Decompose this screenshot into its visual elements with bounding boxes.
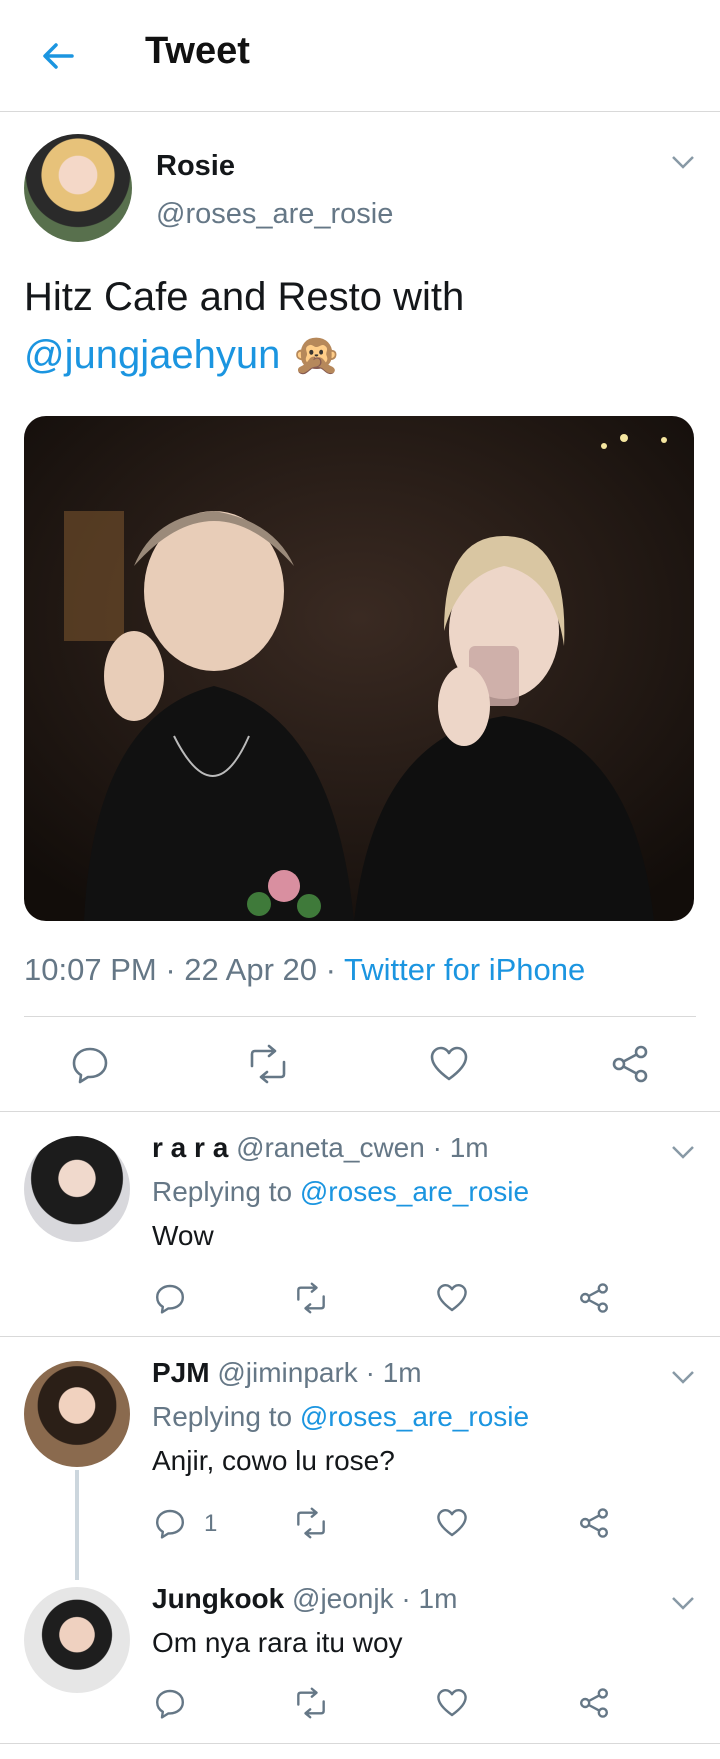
author-avatar[interactable] xyxy=(24,134,132,242)
meta-dot: · xyxy=(401,1583,411,1614)
reply-text: Anjir, cowo lu rose? xyxy=(152,1445,395,1476)
emoji-monkey: 🙊 xyxy=(291,333,342,377)
reply-author-name[interactable]: r a r a xyxy=(152,1132,228,1163)
reply-text: Om nya rara itu woy xyxy=(152,1627,403,1658)
tweet-photo[interactable] xyxy=(24,416,694,921)
retweet-icon[interactable] xyxy=(292,1687,330,1719)
reply-author-handle[interactable]: @raneta_cwen xyxy=(236,1132,425,1163)
like-heart-icon[interactable] xyxy=(429,1044,469,1084)
back-arrow-icon[interactable] xyxy=(38,36,78,76)
share-icon[interactable] xyxy=(578,1507,610,1539)
author-handle[interactable]: @roses_are_rosie xyxy=(156,198,393,231)
top-bar: Tweet xyxy=(0,0,720,112)
share-icon[interactable] xyxy=(578,1282,610,1314)
like-heart-icon[interactable] xyxy=(436,1282,468,1314)
reply-icon[interactable] xyxy=(154,1282,186,1314)
reply-avatar[interactable] xyxy=(24,1361,130,1467)
tweet-photo-image xyxy=(24,416,694,921)
reply-avatar[interactable] xyxy=(24,1136,130,1242)
chevron-down-icon[interactable] xyxy=(670,1143,696,1161)
meta-dot: · xyxy=(165,952,176,987)
reply-text: Wow xyxy=(152,1220,214,1251)
replying-to-mention[interactable]: @roses_are_rosie xyxy=(300,1176,529,1207)
replying-to-line: Replying to @roses_are_rosie xyxy=(152,1176,529,1208)
replying-prefix: Replying to xyxy=(152,1401,293,1432)
meta-dot: · xyxy=(432,1132,442,1163)
tweet-time: 10:07 PM xyxy=(24,952,157,987)
meta-dot: · xyxy=(365,1357,375,1388)
reply-count: 1 xyxy=(204,1510,218,1537)
reply-icon[interactable] xyxy=(154,1507,186,1539)
retweet-icon[interactable] xyxy=(244,1044,292,1084)
tweet-mention[interactable]: @jungjaehyun xyxy=(24,333,280,377)
thread-line xyxy=(75,1470,79,1580)
replying-prefix: Replying to xyxy=(152,1176,293,1207)
tweet-text-plain: Hitz Cafe and Resto with xyxy=(24,275,465,319)
reply-time: 1m xyxy=(418,1583,458,1614)
divider xyxy=(0,1743,720,1744)
reply-header: r a r a @raneta_cwen · 1m xyxy=(152,1132,489,1164)
reply-author-handle[interactable]: @jiminpark xyxy=(217,1357,357,1388)
retweet-icon[interactable] xyxy=(292,1507,330,1539)
meta-dot: · xyxy=(325,952,336,987)
replying-to-mention[interactable]: @roses_are_rosie xyxy=(300,1401,529,1432)
share-icon[interactable] xyxy=(578,1687,610,1719)
reply-icon[interactable] xyxy=(154,1687,186,1719)
reply-header: PJM @jiminpark · 1m xyxy=(152,1357,422,1389)
tweet-date: 22 Apr 20 xyxy=(184,952,317,987)
like-heart-icon[interactable] xyxy=(436,1507,468,1539)
retweet-icon[interactable] xyxy=(292,1282,330,1314)
reply-author-name[interactable]: Jungkook xyxy=(152,1583,284,1614)
page-title: Tweet xyxy=(145,30,250,72)
reply-author-name[interactable]: PJM xyxy=(152,1357,210,1388)
reply-author-handle[interactable]: @jeonjk xyxy=(292,1583,394,1614)
chevron-down-icon[interactable] xyxy=(670,1594,696,1612)
reply-avatar[interactable] xyxy=(24,1587,130,1693)
reply-header: Jungkook @jeonjk · 1m xyxy=(152,1583,457,1615)
divider xyxy=(0,1336,720,1337)
reply-time: 1m xyxy=(382,1357,422,1388)
chevron-down-icon[interactable] xyxy=(670,153,696,171)
replying-to-line: Replying to @roses_are_rosie xyxy=(152,1401,529,1433)
divider xyxy=(0,1111,720,1112)
share-icon[interactable] xyxy=(610,1044,650,1084)
author-name[interactable]: Rosie xyxy=(156,150,235,183)
reply-time: 1m xyxy=(449,1132,489,1163)
reply-icon[interactable] xyxy=(70,1044,110,1084)
chevron-down-icon[interactable] xyxy=(670,1368,696,1386)
divider xyxy=(24,1016,696,1017)
tweet-meta: 10:07 PM · 22 Apr 20 · Twitter for iPhon… xyxy=(24,952,585,988)
tweet-text: Hitz Cafe and Resto with @jungjaehyun 🙊 xyxy=(24,268,704,384)
tweet-source[interactable]: Twitter for iPhone xyxy=(344,952,585,987)
like-heart-icon[interactable] xyxy=(436,1687,468,1719)
